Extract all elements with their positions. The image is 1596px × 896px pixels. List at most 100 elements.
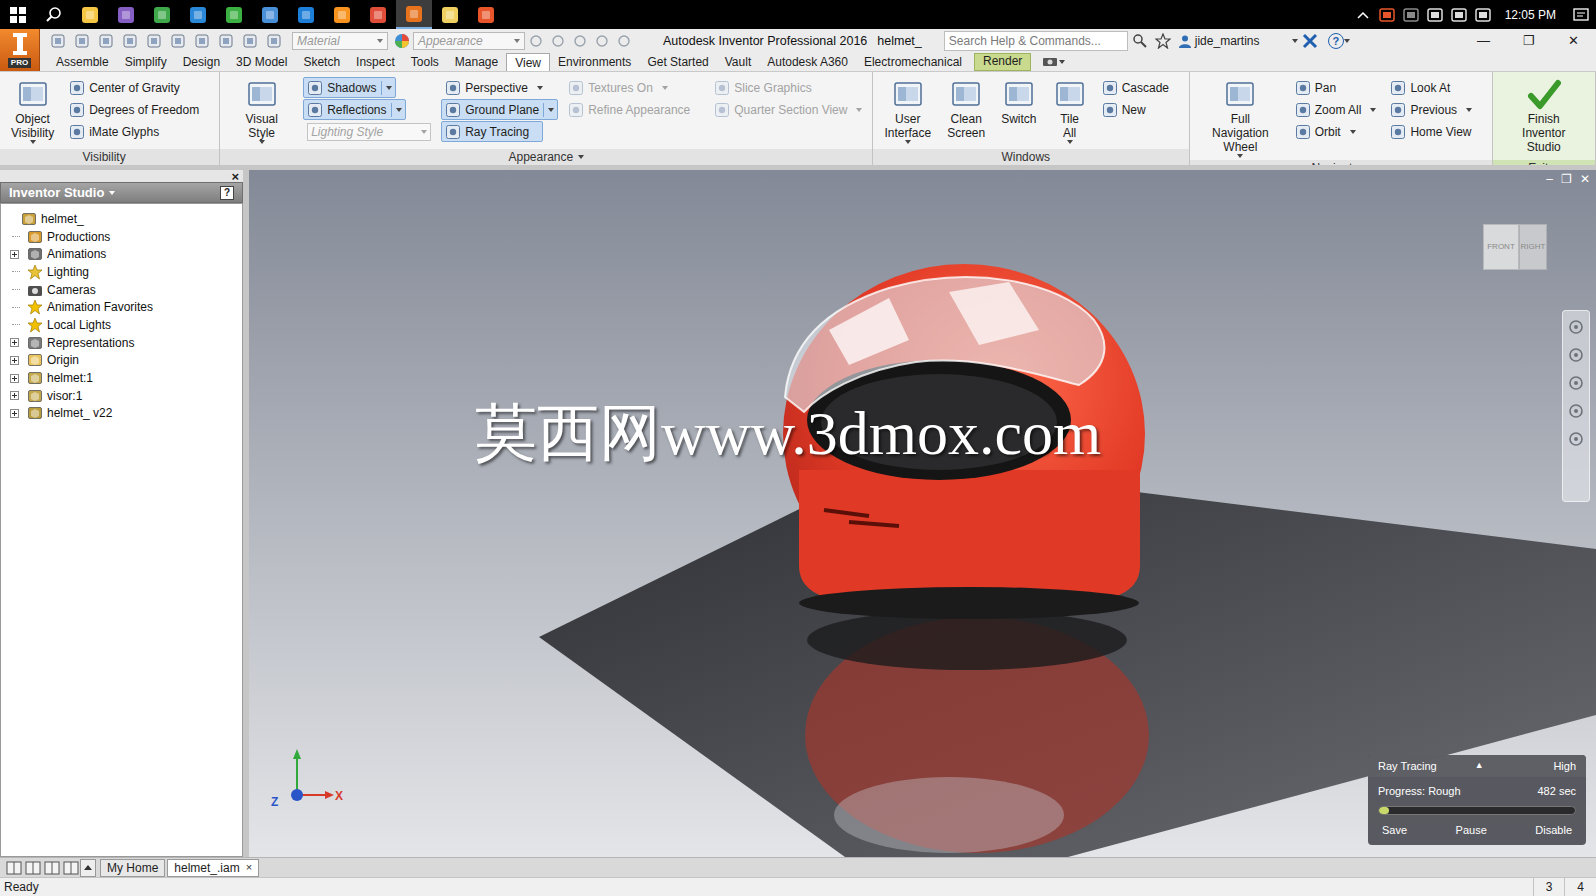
help-button[interactable]: ? <box>1328 33 1344 49</box>
button-face[interactable]: Object Visibility <box>6 75 59 146</box>
adjust-icon[interactable] <box>547 31 569 51</box>
view-cube[interactable]: FRONTRIGHT <box>1483 224 1547 270</box>
switch-button[interactable]: Switch <box>996 75 1041 132</box>
view-cube-front[interactable]: FRONT <box>1483 224 1519 270</box>
visual-style-button[interactable]: Visual Style <box>226 75 297 146</box>
dropdown-arrow-icon[interactable] <box>856 108 862 112</box>
orbit-icon[interactable] <box>1568 403 1584 419</box>
dropdown-arrow-icon[interactable] <box>905 140 911 144</box>
collapse-button[interactable]: ▲ <box>1475 759 1484 773</box>
browser-close-button[interactable]: × <box>231 170 239 183</box>
more-icon[interactable] <box>613 31 635 51</box>
button-face[interactable]: New <box>1098 99 1160 120</box>
color-icon[interactable] <box>264 31 284 51</box>
dropdown-arrow-icon[interactable] <box>421 130 427 134</box>
button-face[interactable]: Ray Tracing <box>441 121 543 142</box>
dropdown-arrow-icon[interactable] <box>1350 130 1356 134</box>
button-face[interactable]: Ground Plane <box>441 99 558 120</box>
browser-header[interactable]: Inventor Studio? <box>0 182 243 203</box>
user-interface-button[interactable]: User Interface <box>879 75 936 146</box>
full-navigation-wheel-button[interactable]: Full Navigation Wheel <box>1196 75 1285 160</box>
shadows-button[interactable]: Shadows <box>303 77 435 98</box>
graphics-viewport[interactable]: 莫西网www.3dmox.com–❐✕FRONTRIGHTZXRay Traci… <box>249 170 1596 857</box>
expand-toggle[interactable] <box>10 409 19 418</box>
tree-item[interactable]: helmet_ <box>1 210 242 228</box>
tree-item[interactable]: helmet:1 <box>1 369 242 387</box>
tree-item[interactable]: Lighting <box>1 263 242 281</box>
previous-button[interactable]: Previous <box>1386 99 1485 120</box>
ribbon-tab[interactable]: Autodesk A360 <box>759 53 856 71</box>
dropdown-arrow-icon[interactable] <box>514 39 520 43</box>
tile-rows-layout-icon[interactable] <box>42 859 61 877</box>
tree-item[interactable]: helmet_ v22 <box>1 405 242 423</box>
search-icon[interactable] <box>1128 31 1152 51</box>
button-face[interactable]: Switch <box>996 75 1041 132</box>
pan-icon[interactable] <box>1568 347 1584 363</box>
new-button[interactable]: New <box>1098 99 1183 120</box>
user-name[interactable]: jide_martins <box>1195 32 1260 50</box>
tree-expander[interactable] <box>8 354 20 366</box>
tray-icon[interactable] <box>1447 0 1471 29</box>
home-view-button[interactable]: Home View <box>1386 121 1485 142</box>
button-face[interactable]: Home View <box>1386 121 1485 142</box>
taskbar-app-icon[interactable] <box>396 0 432 29</box>
dropdown-arrow-icon[interactable] <box>1370 108 1376 112</box>
dropdown-arrow-icon[interactable] <box>662 86 668 90</box>
tray-icon[interactable] <box>1375 0 1399 29</box>
disable-button[interactable]: Disable <box>1535 822 1572 839</box>
degrees-of-freedom-button[interactable]: Degrees of Freedom <box>65 99 213 120</box>
quality-label[interactable]: High <box>1553 758 1576 775</box>
dropdown-arrow-icon[interactable] <box>1067 140 1073 144</box>
ribbon-tab[interactable]: Inspect <box>348 53 403 71</box>
browser-help-button[interactable]: ? <box>220 186 234 200</box>
button-face[interactable]: Full Navigation Wheel <box>1196 75 1285 160</box>
cascade-button[interactable]: Cascade <box>1098 77 1183 98</box>
save-button[interactable]: Save <box>1382 822 1407 839</box>
tray-icon[interactable] <box>1399 0 1423 29</box>
ribbon-tab[interactable]: Render <box>975 52 1030 70</box>
dropdown-arrow-icon[interactable] <box>1344 39 1350 43</box>
plus-icon[interactable] <box>591 31 613 51</box>
dropdown-arrow-icon[interactable] <box>537 86 543 90</box>
look-at-icon[interactable] <box>1568 431 1584 447</box>
dropdown-arrow-icon[interactable] <box>396 108 402 112</box>
expand-toggle[interactable] <box>10 338 19 347</box>
save-icon[interactable] <box>96 31 116 51</box>
dropdown-arrow-icon[interactable] <box>30 140 36 144</box>
zoom-icon[interactable] <box>1568 375 1584 391</box>
taskbar-app-icon[interactable] <box>360 0 396 29</box>
taskbar-app-icon[interactable] <box>468 0 504 29</box>
tab-list-button[interactable] <box>80 859 96 877</box>
center-of-gravity-button[interactable]: Center of Gravity <box>65 77 213 98</box>
tile-all-button[interactable]: Tile All <box>1048 75 1092 146</box>
appearance-color-icon[interactable] <box>391 31 413 51</box>
tile-grid-layout-icon[interactable] <box>23 859 42 877</box>
view-cube-right[interactable]: RIGHT <box>1519 224 1547 270</box>
dropdown-arrow-icon[interactable] <box>109 191 115 195</box>
tree-item[interactable]: Animations <box>1 245 242 263</box>
button-face[interactable]: Center of Gravity <box>65 77 194 98</box>
look-at-button[interactable]: Look At <box>1386 77 1485 98</box>
dropdown-arrow-icon[interactable] <box>1059 60 1065 64</box>
dropdown-arrow-icon[interactable] <box>578 155 584 159</box>
window-control-button[interactable]: ✕ <box>1551 29 1596 53</box>
button-face[interactable]: Clean Screen <box>942 75 990 146</box>
clean-screen-button[interactable]: Clean Screen <box>942 75 990 146</box>
zoom-all-button[interactable]: Zoom All <box>1291 99 1381 120</box>
home-icon[interactable] <box>168 31 188 51</box>
window-control-button[interactable]: ❐ <box>1506 29 1551 53</box>
imate-glyphs-button[interactable]: iMate Glyphs <box>65 121 213 142</box>
button-face[interactable]: Reflections <box>303 99 405 120</box>
tree-item[interactable]: Productions <box>1 228 242 246</box>
expand-toggle[interactable] <box>10 356 19 365</box>
app-menu-button[interactable]: PRO <box>0 29 40 71</box>
ribbon-tab[interactable]: Assemble <box>48 53 117 71</box>
search-box[interactable] <box>944 31 1128 51</box>
single-layout-icon[interactable] <box>4 859 23 877</box>
pan-button[interactable]: Pan <box>1291 77 1381 98</box>
viewport-control-button[interactable]: – <box>1546 173 1553 185</box>
tree-expander[interactable] <box>8 407 20 419</box>
search-icon[interactable] <box>36 0 72 29</box>
tree-item[interactable]: Representations <box>1 334 242 352</box>
exchange-apps-icon[interactable] <box>1298 31 1322 51</box>
